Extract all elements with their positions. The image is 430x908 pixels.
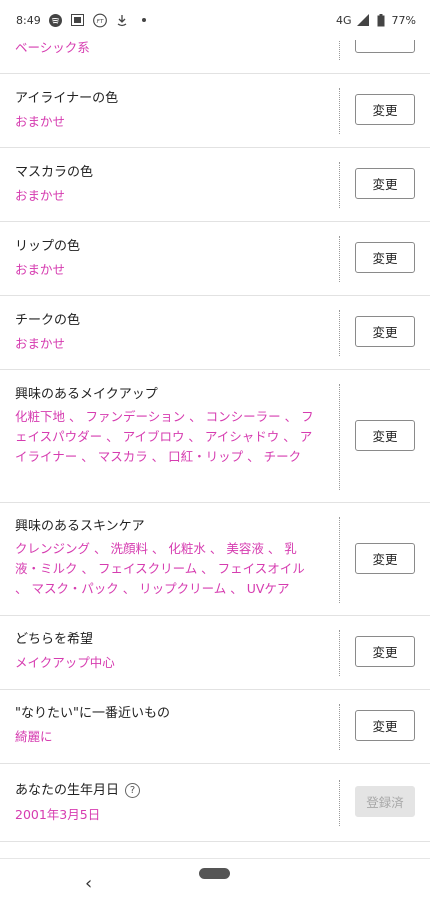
help-icon[interactable]: ? (125, 783, 141, 798)
change-button[interactable]: 変更 (355, 543, 415, 574)
row-value: おまかせ (15, 188, 66, 203)
list-item: 興味のあるメイクアップ 化粧下地 、 ファンデーション 、 コンシーラー 、 フ… (0, 370, 430, 503)
row-divider (339, 236, 340, 282)
change-button[interactable]: 変更 (355, 710, 415, 741)
row-value: 化粧下地 、 ファンデーション 、 コンシーラー 、 フェイスパウダー 、 アイ… (15, 409, 314, 464)
battery-icon (374, 13, 388, 27)
signal-icon (356, 13, 370, 27)
status-bar: 8:49 FT 4G 77% (0, 0, 430, 40)
spotify-icon (49, 13, 63, 27)
list-item: アイライナーの色 おまかせ 変更 (0, 74, 430, 148)
row-label: 興味のあるスキンケア (15, 519, 145, 534)
battery-percent: 77% (391, 13, 416, 27)
ft-icon: FT (92, 13, 107, 27)
row-divider (339, 780, 340, 826)
list-item: チークの色 おまかせ 変更 (0, 296, 430, 370)
row-value: おまかせ (15, 114, 66, 129)
registered-button: 登録済 (355, 786, 415, 817)
row-label: アイライナーの色 (15, 91, 119, 106)
row-value: おまかせ (15, 336, 66, 351)
back-icon[interactable]: ‹ (85, 873, 92, 894)
list-item: あなたの生年月日? 2001年3月5日 登録済 (0, 764, 430, 842)
status-right: 4G 77% (336, 13, 416, 27)
row-label: チークの色 (15, 313, 81, 328)
row-divider (339, 162, 340, 208)
list-item: どちらを希望 メイクアップ中心 変更 (0, 616, 430, 690)
row-label: あなたの生年月日? (15, 782, 141, 800)
row-value: メイクアップ中心 (15, 655, 115, 670)
row-divider (339, 384, 340, 490)
change-button[interactable]: 変更 (355, 242, 415, 273)
change-button[interactable]: 変更 (355, 168, 415, 199)
row-value: ベーシック系 (15, 40, 90, 55)
system-nav-bar: ‹ (0, 858, 430, 908)
row-label: マスカラの色 (15, 165, 94, 180)
row-divider (339, 630, 340, 676)
row-divider (339, 88, 340, 134)
row-label: "なりたい"に一番近いもの (15, 706, 170, 721)
change-button[interactable]: 変更 (355, 316, 415, 347)
list-item: "なりたい"に一番近いもの 綺麗に 変更 (0, 690, 430, 764)
row-divider (339, 310, 340, 356)
list-item: 興味のあるスキンケア クレンジング 、 洗顔料 、 化粧水 、 美容液 、 乳液… (0, 503, 430, 616)
row-label: リップの色 (15, 239, 81, 254)
birthdate-label: あなたの生年月日 (15, 783, 120, 798)
row-value: おまかせ (15, 262, 66, 277)
row-divider (339, 517, 340, 603)
change-button[interactable]: 変更 (355, 94, 415, 125)
change-button[interactable]: 変更 (355, 420, 415, 451)
row-value: 綺麗に (15, 729, 53, 744)
change-button[interactable]: 変更 (355, 636, 415, 667)
network-type: 4G (336, 13, 352, 27)
list-item: マスカラの色 おまかせ 変更 (0, 148, 430, 222)
row-value: クレンジング 、 洗顔料 、 化粧水 、 美容液 、 乳液・ミルク 、 フェイス… (15, 541, 305, 596)
row-label: 興味のあるメイクアップ (15, 387, 158, 402)
svg-text:FT: FT (96, 18, 103, 24)
download-icon (115, 13, 129, 27)
row-label: どちらを希望 (15, 632, 94, 647)
dot-icon (137, 13, 151, 27)
home-pill-icon[interactable] (199, 868, 230, 879)
status-left: 8:49 FT (16, 13, 151, 27)
list-item: リップの色 おまかせ 変更 (0, 222, 430, 296)
row-divider (339, 704, 340, 750)
row-value: 2001年3月5日 (15, 807, 101, 822)
status-time: 8:49 (16, 13, 41, 27)
media-icon (71, 13, 85, 27)
